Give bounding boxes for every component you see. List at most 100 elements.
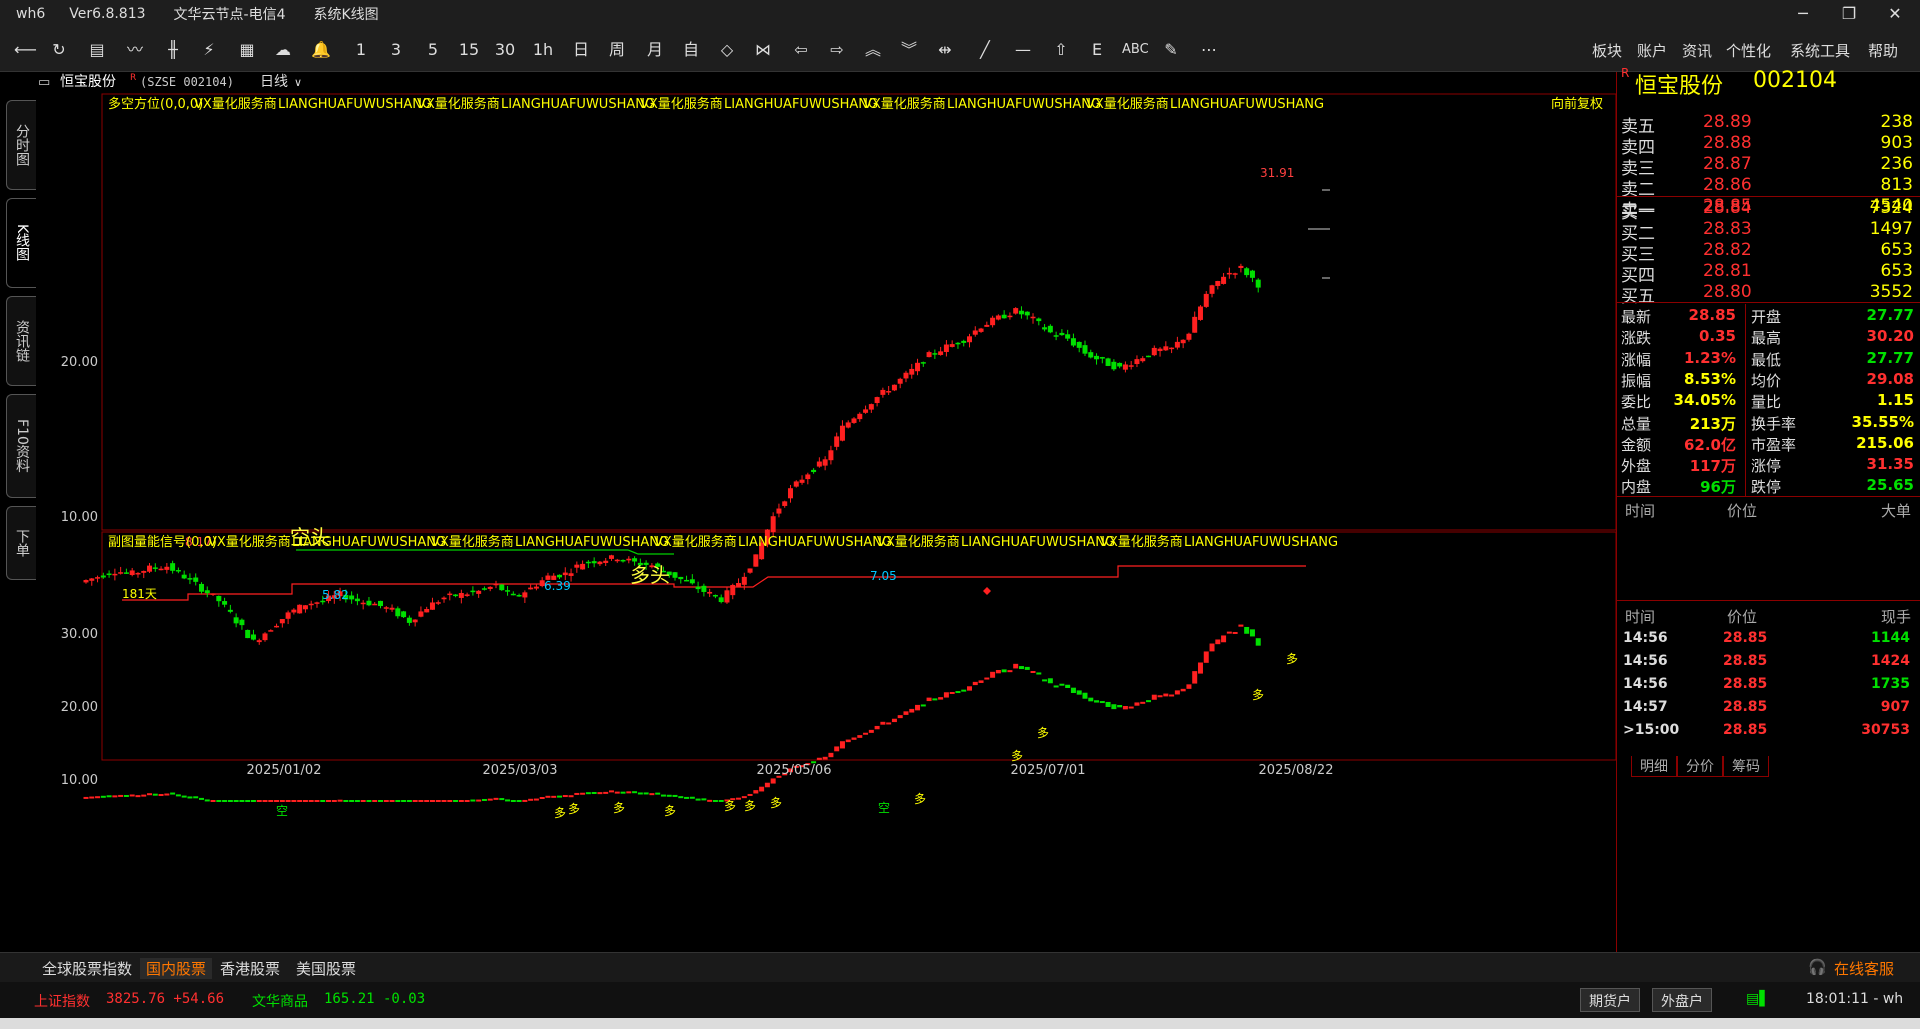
chevron-down-icon[interactable]: ∨ — [294, 76, 302, 89]
bell-icon[interactable]: 🔔 — [310, 38, 332, 62]
sub-candle-body — [337, 799, 343, 802]
text-tool-button[interactable]: ABC — [1122, 38, 1149, 62]
sub-candle-body — [764, 782, 770, 788]
index2-name[interactable]: 文华商品 — [252, 991, 308, 1011]
menu-tools[interactable]: 系统工具 — [1790, 40, 1850, 61]
tab-kline[interactable]: K线图 — [6, 198, 36, 288]
candle-body — [776, 508, 782, 514]
close-button[interactable]: ✕ — [1872, 0, 1918, 28]
candle-body — [158, 568, 164, 571]
period-5-button[interactable]: 5 — [422, 38, 444, 62]
pen-icon[interactable]: ✎ — [1160, 38, 1182, 62]
sub-candle-body — [141, 794, 147, 797]
sub-candle-body — [1105, 701, 1111, 707]
candle-body — [1122, 364, 1128, 370]
stock-name: 恒宝股份 — [60, 74, 116, 90]
period-30-button[interactable]: 30 — [494, 38, 516, 62]
period-15-button[interactable]: 15 — [458, 38, 480, 62]
tab-detail[interactable]: 明细 — [1631, 756, 1677, 777]
list-icon[interactable]: ▤ — [86, 38, 108, 62]
period-1h-button[interactable]: 1h — [532, 38, 554, 62]
menu-sectors[interactable]: 板块 — [1592, 40, 1622, 61]
tab-price-dist[interactable]: 分价 — [1677, 756, 1723, 777]
menu-news[interactable]: 资讯 — [1682, 40, 1712, 61]
main-indicator-name[interactable]: 多空方位(0,0,0) — [108, 96, 203, 112]
candle-body — [897, 378, 903, 384]
index1-name[interactable]: 上证指数 — [34, 991, 90, 1011]
kline-chart-svg[interactable]: ▭ 恒宝股份 R (SZSE 002104) 日线 ∨ 多空方位(0,0,0) … — [38, 72, 1616, 952]
refresh-icon[interactable]: ↻ — [48, 38, 70, 62]
minimize-button[interactable]: ─ — [1780, 0, 1826, 28]
sub-candle-body — [1082, 692, 1088, 699]
candle-body — [349, 595, 355, 600]
maximize-button[interactable]: ❐ — [1826, 0, 1872, 28]
watermark-text: LIANGHUAFUWUSHANG — [724, 97, 878, 112]
period-day-button[interactable]: 日 — [570, 38, 592, 62]
sub-candle-body — [204, 799, 210, 802]
zoom-fit-icon[interactable]: ⋈ — [752, 38, 774, 62]
candle-body — [360, 602, 366, 605]
sub-candle-body — [909, 708, 915, 713]
tab-order[interactable]: 下单 — [6, 506, 36, 580]
period-month-button[interactable]: 月 — [644, 38, 666, 62]
signals-group: 多多多多多多多多多多多多空空 — [276, 652, 1298, 820]
signal-long: 多 — [1037, 726, 1049, 740]
stat-value: 29.08 — [1866, 369, 1914, 388]
sub-candle-body — [672, 794, 678, 797]
chart-area[interactable]: ▭ 恒宝股份 R (SZSE 002104) 日线 ∨ 多空方位(0,0,0) … — [38, 72, 1616, 952]
adjust-mode[interactable]: 向前复权 — [1551, 96, 1603, 112]
futures-account-button[interactable]: 期货户 — [1580, 988, 1640, 1012]
menu-account[interactable]: 账户 — [1637, 40, 1667, 61]
zoom-horizontal-icon[interactable]: ◇ — [716, 38, 738, 62]
menu-personalize[interactable]: 个性化 — [1726, 40, 1771, 61]
sub-candle-body — [736, 797, 742, 800]
down-icon[interactable]: ︾ — [898, 38, 920, 62]
tab-hk-stocks[interactable]: 香港股票 — [214, 958, 286, 979]
cloud-icon[interactable]: ☁ — [272, 38, 294, 62]
trendline-icon[interactable]: ╱ — [974, 38, 996, 62]
sub-candle-body — [695, 798, 701, 801]
tab-newschain[interactable]: 资讯链 — [6, 296, 36, 386]
right-arrow-icon[interactable]: ⇨ — [826, 38, 848, 62]
online-service-link[interactable]: 在线客服 — [1834, 958, 1894, 979]
left-arrow-icon[interactable]: ⇦ — [790, 38, 812, 62]
up-icon[interactable]: ︽ — [862, 38, 884, 62]
tab-global-index[interactable]: 全球股票指数 — [36, 958, 138, 979]
cursor-icon[interactable]: ⇹ — [934, 38, 956, 62]
tab-chips[interactable]: 筹码 — [1723, 756, 1769, 777]
menu-help[interactable]: 帮助 — [1868, 40, 1898, 61]
period-week-button[interactable]: 周 — [606, 38, 628, 62]
tab-us-stocks[interactable]: 美国股票 — [290, 958, 362, 979]
foreign-account-button[interactable]: 外盘户 — [1652, 988, 1712, 1012]
tab-timeshare[interactable]: 分时图 — [6, 100, 36, 190]
big-header-price: 价位 — [1727, 502, 1758, 520]
back-icon[interactable]: ⟵ — [14, 38, 37, 62]
line-chart-icon[interactable]: 〰 — [124, 38, 146, 62]
sub-candle-body — [591, 791, 597, 794]
candle-body — [557, 574, 563, 578]
tab-domestic-stocks[interactable]: 国内股票 — [140, 958, 213, 979]
more-icon[interactable]: ⋯ — [1198, 38, 1220, 62]
candle-body — [1001, 314, 1007, 319]
tick-vol: 1424 — [1871, 653, 1910, 669]
sub-candle-body — [118, 794, 124, 797]
sub-candle-body — [129, 794, 135, 797]
arrow-up-icon[interactable]: ⇧ — [1050, 38, 1072, 62]
bid-row[interactable]: 买五 28.80 3552 — [1617, 282, 1920, 308]
collapse-icon[interactable]: ▭ — [38, 75, 50, 90]
watermark-text: VX量化服务商 — [654, 534, 737, 550]
period-3-button[interactable]: 3 — [385, 38, 407, 62]
sub-indicator-name[interactable]: 副图量能信号(0,0) — [108, 535, 217, 550]
grid-icon[interactable]: ▦ — [236, 38, 258, 62]
period-custom-button[interactable]: 自 — [680, 38, 702, 62]
candle-body — [1111, 361, 1117, 370]
flash-icon[interactable]: ⚡ — [198, 38, 220, 62]
period-select[interactable]: 日线 — [260, 74, 288, 90]
fib-icon[interactable]: Ε — [1086, 38, 1108, 62]
headset-icon[interactable]: 🎧 — [1808, 958, 1827, 976]
sub-candle-body — [851, 737, 857, 740]
candle-icon[interactable]: ╫ — [162, 38, 184, 62]
period-1-button[interactable]: 1 — [350, 38, 372, 62]
hline-icon[interactable]: — — [1012, 38, 1034, 62]
tab-f10[interactable]: F10资料 — [6, 394, 36, 498]
